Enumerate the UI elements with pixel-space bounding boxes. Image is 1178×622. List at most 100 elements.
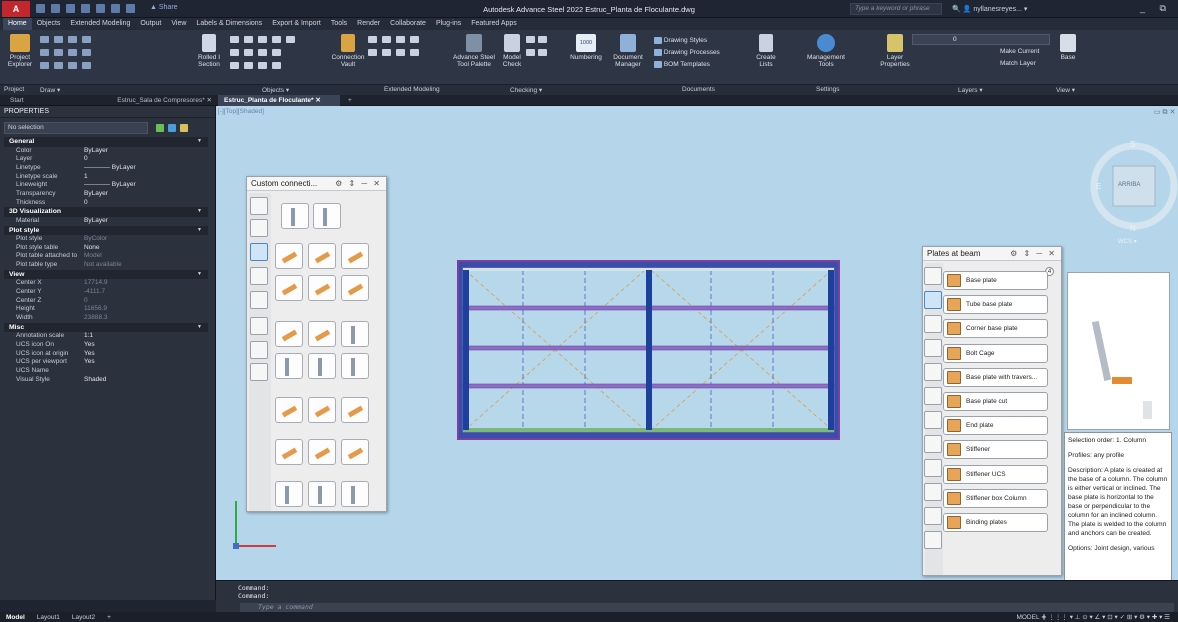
panel-documents[interactable]: Documents bbox=[682, 86, 715, 93]
bolt-icon[interactable] bbox=[258, 36, 267, 43]
curved-beam-icon[interactable] bbox=[230, 62, 239, 69]
panel-extended-modeling[interactable]: Extended Modeling bbox=[384, 86, 440, 93]
grating-joints-tab[interactable] bbox=[250, 291, 268, 309]
line-icon[interactable] bbox=[40, 36, 49, 43]
close-icon[interactable]: ✕ bbox=[315, 97, 320, 104]
weld-icon[interactable] bbox=[272, 36, 281, 43]
circle-icon[interactable] bbox=[40, 49, 49, 56]
ribbon-tab-render[interactable]: Render bbox=[352, 18, 385, 30]
ribbon-tab-collaborate[interactable]: Collaborate bbox=[385, 18, 431, 30]
property-row[interactable]: UCS Name bbox=[4, 367, 208, 376]
property-row[interactable]: Material ByLayer bbox=[4, 217, 208, 226]
property-row[interactable]: Plot table attached to Model bbox=[4, 252, 208, 261]
panel-checking[interactable]: Checking ▾ bbox=[510, 86, 542, 94]
panel-project[interactable]: Project bbox=[4, 86, 24, 93]
property-row[interactable]: Visual Style Shaded bbox=[4, 376, 208, 385]
create-lists-button[interactable]: Create Lists bbox=[752, 34, 780, 68]
grid-icon[interactable] bbox=[286, 36, 295, 43]
ucs-icon[interactable] bbox=[54, 49, 63, 56]
management-tools-button[interactable]: Management Tools bbox=[806, 34, 846, 68]
ladder-icon[interactable] bbox=[396, 49, 405, 56]
property-row[interactable]: Plot table type Not available bbox=[4, 261, 208, 270]
connection-tile-20[interactable] bbox=[341, 439, 369, 465]
property-row[interactable]: Linetype ———— ByLayer bbox=[4, 164, 208, 173]
connection-tile-2[interactable] bbox=[313, 203, 341, 229]
viewport-controls-label[interactable]: [-][Top][Shaded] bbox=[218, 108, 264, 115]
document-manager-button[interactable]: Document Manager bbox=[610, 34, 646, 68]
toggle-pickadd-icon[interactable] bbox=[156, 124, 164, 132]
connection-tile-3[interactable] bbox=[275, 243, 303, 269]
property-row[interactable]: Center X 17714.9 bbox=[4, 279, 208, 288]
folded-plate-icon[interactable] bbox=[244, 62, 253, 69]
property-row[interactable]: Thickness 0 bbox=[4, 199, 208, 208]
viewport-window-controls[interactable]: ▭ ⧉ ✕ bbox=[1154, 108, 1175, 117]
status-toggles[interactable]: MODEL ⋕ ⋮⋮⋮ ▾ ⊥ ⊙ ▾ ∠ ▾ ⊡ ▾ ✓ ⊞ ▾ ⚙ ▾ ✚ … bbox=[1010, 613, 1178, 621]
drawing-processes-button[interactable]: Drawing Processes bbox=[654, 48, 746, 60]
select-objects-icon[interactable] bbox=[168, 124, 176, 132]
connection-tile-15[interactable] bbox=[275, 397, 303, 423]
section-general[interactable]: General ▼ bbox=[4, 137, 208, 147]
connection-tile-19[interactable] bbox=[308, 439, 336, 465]
window-controls[interactable]: _ ⧉ bbox=[1140, 3, 1172, 14]
connection-tile-6[interactable] bbox=[275, 275, 303, 301]
anchor-icon[interactable] bbox=[258, 49, 267, 56]
property-row[interactable]: UCS icon On Yes bbox=[4, 341, 208, 350]
truss-icon[interactable] bbox=[382, 49, 391, 56]
plates-tab-1[interactable] bbox=[924, 267, 942, 285]
connection-tile-17[interactable] bbox=[341, 397, 369, 423]
section-3d-visualization[interactable]: 3D Visualization ▼ bbox=[4, 207, 208, 217]
connection-tile-11[interactable] bbox=[341, 321, 369, 347]
block-icon[interactable] bbox=[68, 62, 77, 69]
tool-palette-button[interactable]: Advance Steel Tool Palette bbox=[452, 34, 496, 68]
plates-tab-3[interactable] bbox=[924, 315, 942, 333]
property-row[interactable]: Plot style table None bbox=[4, 244, 208, 253]
selection-dropdown[interactable]: No selection bbox=[4, 122, 148, 134]
connection-tile-12[interactable] bbox=[275, 353, 303, 379]
palette-controls[interactable]: ⚙ ⇕ ─ ✕ bbox=[335, 177, 382, 191]
collapse-icon[interactable]: ▼ bbox=[197, 270, 202, 280]
connection-tile-22[interactable] bbox=[308, 481, 336, 507]
connection-tile-8[interactable] bbox=[341, 275, 369, 301]
point-icon[interactable] bbox=[82, 62, 91, 69]
plates-tab-5[interactable] bbox=[924, 363, 942, 381]
ribbon-tab-export-import[interactable]: Export & Import bbox=[267, 18, 326, 30]
section-misc[interactable]: Misc ▼ bbox=[4, 322, 208, 333]
close-icon[interactable]: ✕ bbox=[207, 97, 212, 104]
frame-icon[interactable] bbox=[382, 36, 391, 43]
property-row[interactable]: Center Z 0 bbox=[4, 297, 208, 306]
beam-joints-tab[interactable] bbox=[250, 197, 268, 215]
connection-tile-4[interactable] bbox=[308, 243, 336, 269]
plate-button-base-plate-cut[interactable]: Base plate cut bbox=[943, 392, 1048, 411]
connection-tile-23[interactable] bbox=[341, 481, 369, 507]
cut-icon[interactable] bbox=[272, 62, 281, 69]
connection-tile-18[interactable] bbox=[275, 439, 303, 465]
project-explorer-button[interactable]: Project Explorer bbox=[4, 34, 36, 68]
railing-icon[interactable] bbox=[396, 36, 405, 43]
connection-tile-9[interactable] bbox=[275, 321, 303, 347]
bom-templates-button[interactable]: BOM Templates bbox=[654, 60, 746, 72]
panel-layers[interactable]: Layers ▾ bbox=[958, 86, 983, 94]
property-row[interactable]: Plot style ByColor bbox=[4, 235, 208, 244]
panel-objects[interactable]: Objects ▾ bbox=[262, 86, 289, 94]
command-input[interactable]: Type a command bbox=[240, 603, 1174, 612]
ribbon-tab-plug-ins[interactable]: Plug-ins bbox=[431, 18, 466, 30]
panel-view[interactable]: View ▾ bbox=[1056, 86, 1075, 94]
report-icon[interactable] bbox=[538, 49, 547, 56]
layer-dropdown[interactable]: 0 bbox=[912, 34, 1050, 45]
connection-tile-16[interactable] bbox=[308, 397, 336, 423]
model-check-button[interactable]: Model Check bbox=[500, 34, 524, 68]
layer-properties-button[interactable]: Layer Properties bbox=[880, 34, 910, 68]
ribbon-tab-home[interactable]: Home bbox=[3, 18, 32, 30]
panel-draw[interactable]: Draw ▾ bbox=[40, 86, 60, 94]
plates-tab-4[interactable] bbox=[924, 339, 942, 357]
bracing-joints-tab[interactable] bbox=[250, 363, 268, 381]
wcs-menu[interactable]: WCS ▾ bbox=[1118, 238, 1137, 245]
plate-button-bolt-cage[interactable]: Bolt Cage bbox=[943, 343, 1048, 363]
angle-joints-tab[interactable] bbox=[250, 267, 268, 285]
rectangle-icon[interactable] bbox=[68, 49, 77, 56]
arc-icon[interactable] bbox=[68, 36, 77, 43]
custom-connections-header[interactable]: Custom connecti... ⚙ ⇕ ─ ✕ bbox=[247, 177, 386, 191]
mark-icon[interactable] bbox=[526, 49, 535, 56]
ribbon-tab-featured-apps[interactable]: Featured Apps bbox=[466, 18, 522, 30]
connection-tile-13[interactable] bbox=[308, 353, 336, 379]
